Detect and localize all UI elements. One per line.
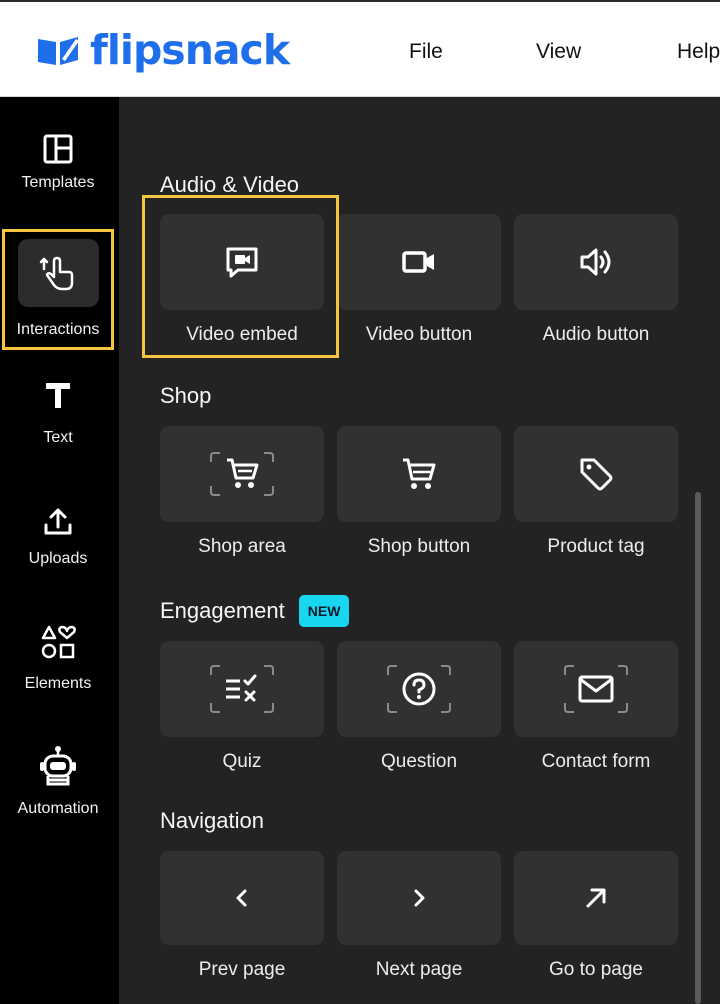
sidebar-item-text[interactable]: Text [0, 380, 116, 448]
tile-label-shop-button: Shop button [367, 536, 471, 557]
chevron-left-icon [236, 889, 247, 907]
section-title-engagement: Engagement [160, 598, 285, 623]
tile-box [337, 641, 501, 737]
sidebar-label-automation: Automation [17, 800, 99, 817]
tap-gesture-icon [39, 256, 74, 291]
menu-file[interactable]: File [409, 40, 443, 64]
panel-scrollbar[interactable] [695, 492, 701, 1004]
sidebar-selected-bg [17, 239, 99, 307]
logo-text: flipsnack [90, 26, 290, 74]
tile-prev-page[interactable]: Prev page [160, 851, 324, 981]
chevron-right-icon [414, 889, 425, 907]
tile-box [337, 426, 501, 522]
tile-video-button[interactable]: Video button [337, 214, 501, 346]
sidebar-item-templates[interactable]: Templates [0, 133, 116, 193]
tile-box [160, 214, 324, 310]
sidebar-item-elements[interactable]: Elements [0, 624, 116, 694]
arrow-up-right-icon [586, 888, 606, 908]
section-title-engagement-row: Engagement NEW [160, 595, 350, 627]
tile-label-go-to-page: Go to page [548, 959, 644, 980]
video-embed-icon [226, 247, 258, 278]
sidebar-label-text: Text [43, 429, 73, 446]
tile-label-quiz: Quiz [222, 751, 262, 772]
tile-box [160, 641, 324, 737]
section-title-shop: Shop [160, 383, 212, 408]
sidebar-item-automation[interactable]: Automation [0, 745, 116, 819]
robot-icon [40, 746, 76, 786]
text-icon [46, 383, 70, 408]
sidebar-label-uploads: Uploads [28, 550, 88, 567]
sidebar-label-elements: Elements [24, 675, 92, 692]
upload-icon [44, 508, 72, 535]
tile-box [337, 214, 501, 310]
sidebar-item-interactions[interactable]: Interactions [2, 229, 114, 350]
tile-shop-area[interactable]: Shop area [160, 426, 324, 558]
tile-box [514, 641, 678, 737]
shapes-icon [41, 625, 76, 659]
tile-label-prev-page: Prev page [198, 959, 286, 980]
sidebar-label-templates: Templates [21, 174, 95, 191]
quiz-icon [210, 665, 274, 713]
tile-label-video-button: Video button [365, 324, 473, 345]
tile-box [160, 426, 324, 522]
tile-audio-button[interactable]: Audio button [514, 214, 678, 346]
section-title-navigation: Navigation [160, 808, 264, 833]
tile-contact-form[interactable]: Contact form [514, 641, 678, 773]
layout-icon [43, 134, 73, 164]
section-title-audio-video: Audio & Video [160, 172, 300, 197]
tile-box [160, 851, 324, 945]
speaker-icon [580, 248, 611, 276]
tile-question[interactable]: Question [337, 641, 501, 773]
mail-icon [564, 665, 628, 713]
tag-icon [580, 458, 613, 491]
tile-box [337, 851, 501, 945]
tile-video-embed[interactable]: Video embed [160, 214, 324, 346]
new-badge: NEW [298, 595, 350, 627]
tile-label-question: Question [380, 751, 458, 772]
top-header: flipsnack File View Help [0, 0, 720, 97]
tile-label-contact-form: Contact form [541, 751, 651, 772]
tile-label-product-tag: Product tag [547, 536, 645, 557]
tile-label-shop-area: Shop area [198, 536, 286, 557]
tile-box [514, 851, 678, 945]
sidebar-label-interactions: Interactions [16, 321, 100, 338]
left-sidebar: Templates Interactions Text Uploads Elem… [0, 97, 119, 1004]
tile-next-page[interactable]: Next page [337, 851, 501, 981]
tile-label-video-embed: Video embed [186, 324, 298, 345]
video-camera-icon [402, 251, 434, 273]
tile-product-tag[interactable]: Product tag [514, 426, 678, 558]
tile-label-audio-button: Audio button [542, 324, 650, 345]
cart-icon [403, 458, 436, 489]
flipsnack-logo[interactable]: flipsnack [36, 26, 290, 74]
sidebar-item-uploads[interactable]: Uploads [0, 505, 116, 569]
logo-mark-icon [38, 37, 79, 65]
question-icon [387, 665, 451, 713]
interactions-panel: Audio & Video Video embed Video button A… [119, 97, 720, 1004]
tile-box [514, 214, 678, 310]
cart-area-icon [210, 452, 274, 496]
tile-quiz[interactable]: Quiz [160, 641, 324, 773]
tile-label-next-page: Next page [375, 959, 463, 980]
tile-go-to-page[interactable]: Go to page [514, 851, 678, 981]
tile-box [514, 426, 678, 522]
menu-help[interactable]: Help [677, 40, 720, 64]
menu-view[interactable]: View [536, 40, 581, 64]
tile-shop-button[interactable]: Shop button [337, 426, 501, 558]
